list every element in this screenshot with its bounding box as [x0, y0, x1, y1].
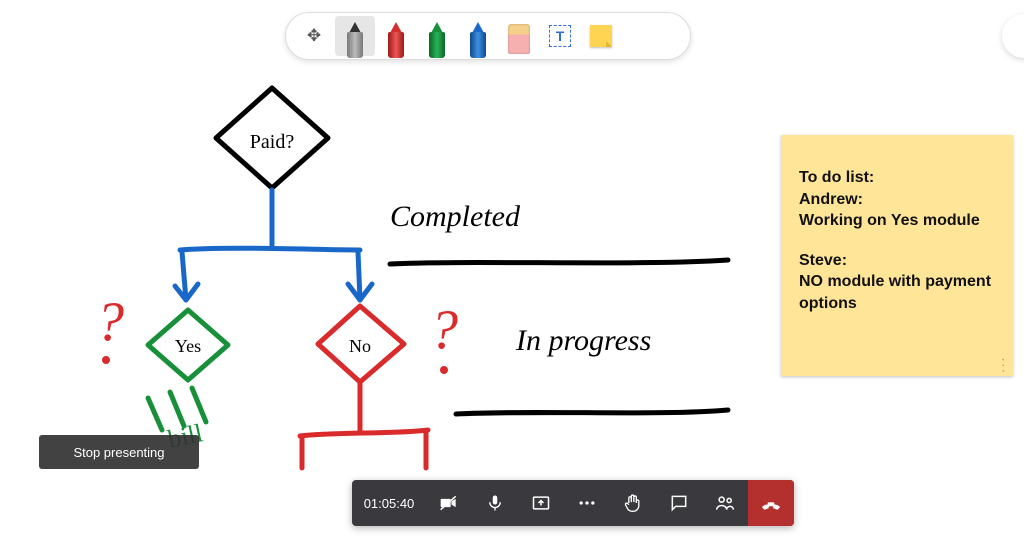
eraser-icon [508, 24, 530, 54]
floating-button[interactable] [1002, 14, 1024, 58]
meeting-control-bar: 01:05:40 [352, 480, 794, 526]
more-actions-button[interactable] [564, 480, 610, 526]
hand-icon [623, 493, 643, 513]
camera-off-icon [439, 493, 459, 513]
dots-icon [577, 493, 597, 513]
phone-down-icon [760, 492, 782, 514]
sticky-heading: To do list: [799, 167, 995, 189]
chat-button[interactable] [656, 480, 702, 526]
question-mark-left-icon: ? [96, 291, 124, 353]
note-icon [590, 25, 612, 47]
meeting-timer: 01:05:40 [352, 480, 426, 526]
question-mark-right-icon: ? [430, 299, 458, 361]
hang-up-button[interactable] [748, 480, 794, 526]
completed-heading: Completed [390, 200, 521, 233]
participants-button[interactable] [702, 480, 748, 526]
in-progress-heading: In progress [515, 324, 651, 357]
text-icon: T [549, 25, 571, 47]
sticky-line: NO module with payment options [799, 271, 995, 314]
pen-red[interactable] [376, 16, 416, 56]
no-label: No [349, 336, 371, 356]
mic-toggle-button[interactable] [472, 480, 518, 526]
pen-green[interactable] [417, 16, 457, 56]
decision-label: Paid? [250, 131, 295, 153]
pen-icon [428, 22, 446, 56]
pen-black[interactable] [335, 16, 375, 56]
microphone-icon [486, 493, 504, 513]
sticky-line: Working on Yes module [799, 210, 995, 232]
yes-label: Yes [175, 336, 201, 356]
pen-blue[interactable] [458, 16, 498, 56]
camera-toggle-button[interactable] [426, 480, 472, 526]
eraser-tool[interactable] [499, 16, 539, 56]
people-icon [714, 493, 736, 513]
stop-presenting-label: Stop presenting [73, 445, 164, 460]
pen-icon [346, 22, 364, 56]
stop-presenting-button[interactable]: Stop presenting [39, 435, 199, 469]
pen-icon [387, 22, 405, 56]
sticky-note[interactable]: To do list: Andrew: Working on Yes modul… [781, 135, 1013, 376]
move-icon: ✥ [307, 26, 321, 46]
pen-icon [469, 22, 487, 56]
raise-hand-button[interactable] [610, 480, 656, 526]
sticky-line: Steve: [799, 250, 995, 272]
sticky-line: Andrew: [799, 189, 995, 211]
resize-handle-icon[interactable]: ⋰ [994, 356, 1012, 374]
chat-icon [669, 493, 689, 513]
sticky-note-tool[interactable] [581, 16, 621, 56]
whiteboard-toolbar: ✥ T [285, 12, 691, 60]
text-tool[interactable]: T [540, 16, 580, 56]
share-icon [531, 493, 551, 513]
move-tool[interactable]: ✥ [294, 16, 334, 56]
share-button[interactable] [518, 480, 564, 526]
